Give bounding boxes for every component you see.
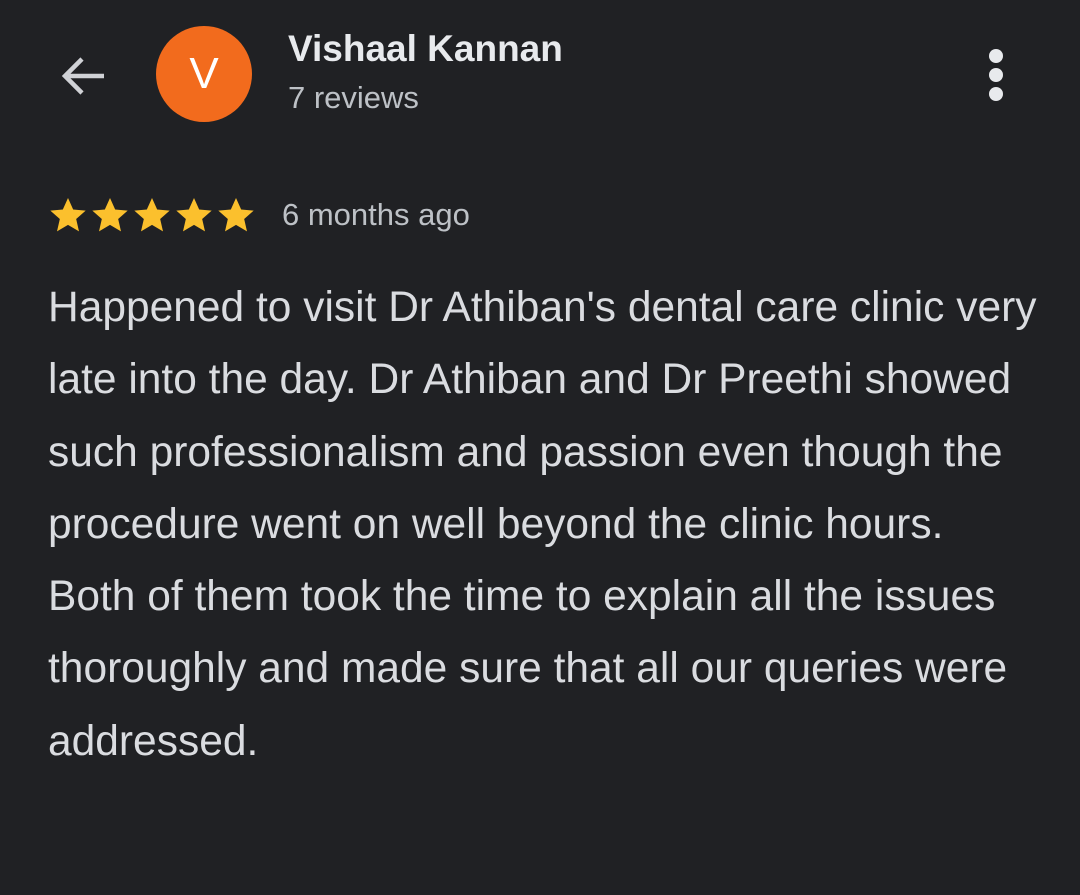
more-options-button[interactable] <box>972 44 1020 104</box>
review-time: 6 months ago <box>282 197 470 232</box>
star-icon <box>176 198 212 232</box>
arrow-back-icon <box>61 57 104 95</box>
star-icon <box>134 198 170 232</box>
back-button[interactable] <box>54 46 114 106</box>
star-icon <box>92 198 128 232</box>
review-header: V Vishaal Kannan 7 reviews <box>0 0 1080 150</box>
star-icon <box>218 198 254 232</box>
avatar[interactable]: V <box>156 26 252 122</box>
review-text: Happened to visit Dr Athiban's dental ca… <box>48 284 1037 765</box>
star-icon <box>50 198 86 232</box>
rating-row: 6 months ago <box>48 192 470 238</box>
reviewer-name[interactable]: Vishaal Kannan <box>288 28 563 70</box>
star-rating <box>48 195 258 235</box>
review-count: 7 reviews <box>288 80 419 115</box>
more-vert-icon <box>989 49 1003 101</box>
